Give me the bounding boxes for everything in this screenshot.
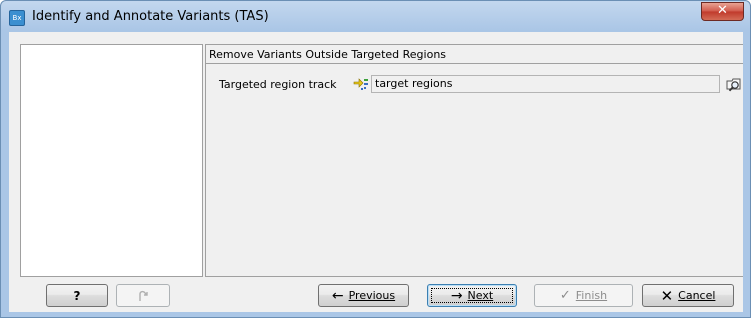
cancel-button[interactable]: ✕ Cancel bbox=[642, 284, 734, 307]
x-icon: ✕ bbox=[660, 286, 674, 305]
targeted-region-track-label: Targeted region track bbox=[219, 78, 337, 91]
previous-button[interactable]: ← Previous bbox=[318, 284, 409, 307]
wizard-steps-panel bbox=[20, 44, 203, 277]
next-button[interactable]: → Next bbox=[427, 284, 517, 307]
title-bar[interactable]: Bx Identify and Annotate Variants (TAS) … bbox=[1, 1, 750, 34]
section-title: Remove Variants Outside Targeted Regions bbox=[209, 48, 447, 61]
arrow-left-icon: ← bbox=[331, 287, 344, 304]
track-input-icon bbox=[353, 78, 368, 90]
reset-icon bbox=[139, 290, 148, 301]
finish-button[interactable]: ✓ Finish bbox=[534, 284, 633, 307]
checkmark-icon: ✓ bbox=[559, 288, 571, 303]
focus-indicator bbox=[431, 288, 513, 303]
browse-folder-icon[interactable] bbox=[725, 75, 743, 93]
help-button[interactable]: ? bbox=[46, 284, 108, 307]
window-title: Identify and Annotate Variants (TAS) bbox=[32, 9, 269, 24]
dialog-body: Remove Variants Outside Targeted Regions… bbox=[9, 32, 743, 312]
app-icon: Bx bbox=[9, 10, 25, 26]
dialog-window: Bx Identify and Annotate Variants (TAS) … bbox=[0, 0, 751, 318]
section-divider bbox=[206, 63, 743, 64]
close-button[interactable]: ✕ bbox=[701, 2, 744, 21]
reset-button[interactable] bbox=[116, 284, 170, 307]
targeted-region-track-field[interactable]: target regions bbox=[371, 75, 720, 93]
close-icon: ✕ bbox=[717, 3, 728, 18]
wizard-content-panel: Remove Variants Outside Targeted Regions… bbox=[205, 44, 743, 277]
